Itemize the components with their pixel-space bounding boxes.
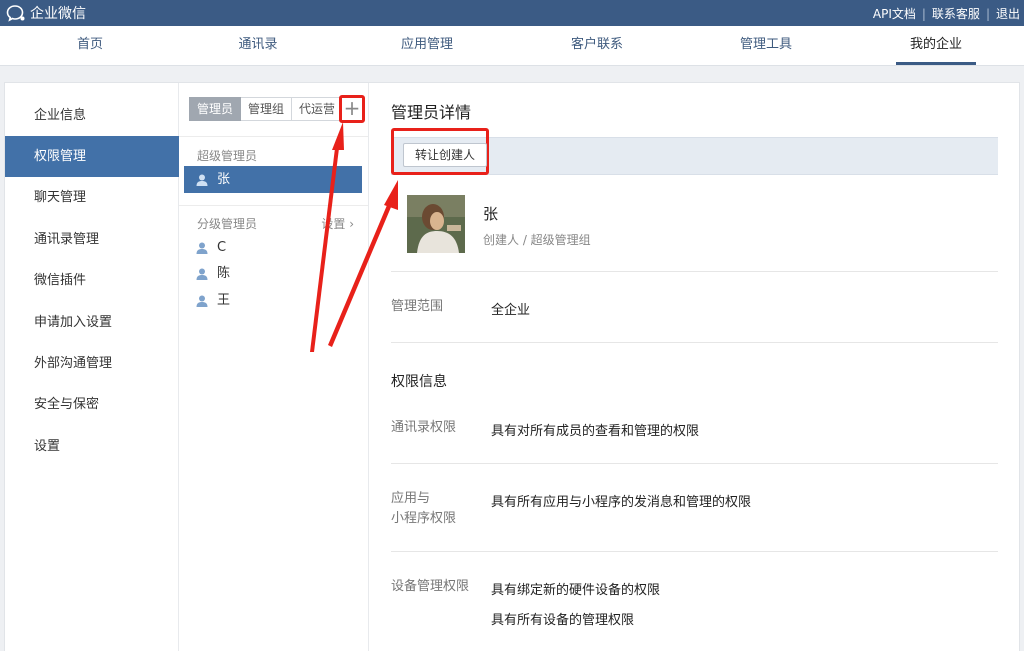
avatar-photo — [407, 195, 465, 253]
add-admin-button[interactable]: + — [339, 95, 365, 123]
user-icon — [196, 242, 208, 254]
divider — [179, 136, 368, 137]
apps-permission-label-1: 应用与 — [391, 491, 431, 506]
apps-permission-value: 具有所有应用与小程序的发消息和管理的权限 — [491, 495, 752, 510]
admin-list-item[interactable]: 王 — [184, 287, 362, 314]
logout-link[interactable]: 退出 — [996, 5, 1020, 22]
sidebar-item-external-communication[interactable]: 外部沟通管理 — [5, 343, 179, 384]
tab-admins[interactable]: 管理员 — [189, 97, 242, 121]
scope-label: 管理范围 — [391, 299, 444, 314]
devices-permission-value-1: 具有绑定新的硬件设备的权限 — [491, 583, 661, 598]
top-bar: 企业微信 API文档 | 联系客服 | 退出 — [0, 0, 1024, 26]
devices-permission-value-2: 具有所有设备的管理权限 — [491, 613, 635, 628]
admin-name: 张 — [217, 172, 231, 187]
admin-list-item[interactable]: 陈 — [184, 260, 362, 287]
nav-app-management[interactable]: 应用管理 — [377, 26, 477, 66]
divider — [179, 205, 368, 206]
tab-admin-groups[interactable]: 管理组 — [241, 97, 293, 121]
page-title: 管理员详情 — [391, 103, 472, 122]
avatar — [407, 195, 465, 253]
admin-name: 陈 — [217, 266, 231, 281]
admin-list-item[interactable]: C — [184, 234, 362, 261]
content-panel: 企业信息 权限管理 聊天管理 通讯录管理 微信插件 申请加入设置 外部沟通管理 … — [4, 82, 1020, 651]
user-name: 张 — [483, 205, 499, 223]
sub-admin-settings-link[interactable]: 设置 › — [321, 215, 354, 232]
apps-permission-label-2: 小程序权限 — [391, 511, 457, 526]
contact-support-link[interactable]: 联系客服 — [932, 5, 980, 22]
super-admin-label: 超级管理员 — [197, 149, 258, 163]
admin-tabs: 管理员 管理组 代运营 — [189, 97, 344, 121]
sidebar: 企业信息 权限管理 聊天管理 通讯录管理 微信插件 申请加入设置 外部沟通管理 … — [5, 83, 179, 651]
contacts-permission-label: 通讯录权限 — [391, 420, 457, 435]
transfer-highlight: 转让创建人 — [391, 128, 489, 175]
user-role: 创建人 / 超级管理组 — [483, 233, 591, 247]
divider — [391, 271, 998, 272]
user-icon — [196, 268, 208, 280]
brand[interactable]: 企业微信 — [6, 3, 86, 23]
nav-management-tools[interactable]: 管理工具 — [716, 26, 816, 66]
user-icon — [196, 295, 208, 307]
sidebar-item-contacts-management[interactable]: 通讯录管理 — [5, 219, 179, 260]
admin-name: C — [217, 240, 227, 255]
sidebar-item-enterprise-info[interactable]: 企业信息 — [5, 95, 179, 136]
sidebar-item-join-settings[interactable]: 申请加入设置 — [5, 302, 179, 343]
separator: | — [921, 6, 926, 21]
admin-list-item[interactable]: 张 — [184, 166, 362, 193]
divider — [391, 551, 998, 552]
nav-my-enterprise[interactable]: 我的企业 — [896, 26, 976, 66]
devices-permission-label: 设备管理权限 — [391, 579, 470, 594]
admin-name: 王 — [217, 293, 231, 308]
divider — [391, 463, 998, 464]
nav-contacts[interactable]: 通讯录 — [208, 26, 308, 66]
sidebar-item-chat-management[interactable]: 聊天管理 — [5, 177, 179, 218]
sub-admin-label: 分级管理员 — [197, 217, 258, 231]
sidebar-item-settings[interactable]: 设置 — [5, 426, 179, 467]
sidebar-item-wechat-plugin[interactable]: 微信插件 — [5, 260, 179, 301]
sidebar-item-security[interactable]: 安全与保密 — [5, 384, 179, 425]
transfer-creator-button[interactable]: 转让创建人 — [403, 143, 488, 167]
divider — [391, 342, 998, 343]
admin-list-panel: 管理员 管理组 代运营 + 超级管理员 张 分级管理员 设置 › C 陈 王 — [179, 83, 369, 651]
main-nav: 首页 通讯录 应用管理 客户联系 管理工具 我的企业 — [0, 26, 1024, 66]
wecom-logo-icon — [6, 5, 25, 22]
api-docs-link[interactable]: API文档 — [873, 5, 916, 22]
separator: | — [985, 6, 990, 21]
tab-operators[interactable]: 代运营 — [292, 97, 344, 121]
contacts-permission-value: 具有对所有成员的查看和管理的权限 — [491, 424, 700, 439]
top-links: API文档 | 联系客服 | 退出 — [873, 5, 1020, 22]
brand-name: 企业微信 — [30, 6, 86, 22]
scope-value: 全企业 — [491, 303, 531, 318]
sidebar-item-permissions[interactable]: 权限管理 — [5, 136, 179, 177]
nav-customer-contact[interactable]: 客户联系 — [547, 26, 647, 66]
nav-home[interactable]: 首页 — [40, 26, 140, 66]
admin-detail-panel: 管理员详情 转让创建人 张 创建人 / 超级管理组 管理范围 全企业 权限信息 … — [369, 83, 1021, 651]
user-icon — [196, 174, 208, 186]
permissions-title: 权限信息 — [391, 374, 447, 390]
